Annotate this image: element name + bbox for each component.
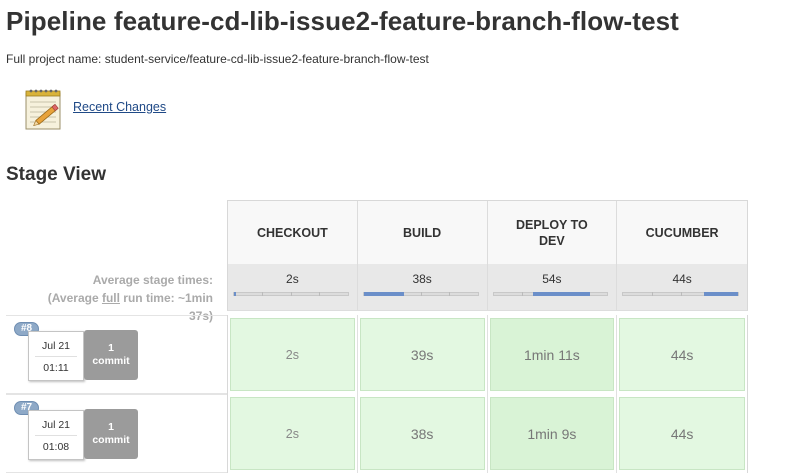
build-date-box: Jul 21 01:08 bbox=[28, 410, 84, 460]
stage-cell-deploy-to-dev[interactable]: 1min 9s bbox=[487, 394, 618, 473]
stage-duration: 2s bbox=[230, 397, 355, 470]
build-time: 01:08 bbox=[42, 441, 70, 453]
recent-changes-link[interactable]: Recent Changes bbox=[73, 100, 166, 114]
stage-duration: 1min 9s bbox=[489, 397, 615, 470]
avg-bar-tick bbox=[420, 292, 422, 296]
build-row: #7 Jul 21 01:08 1 commit 2s 38s 1min 9s … bbox=[0, 394, 808, 473]
average-label-line2: (Average full run time: ~1min bbox=[0, 289, 213, 307]
avg-bar-tick bbox=[521, 292, 523, 296]
build-row: #8 Jul 21 01:11 1 commit 2s 39s 1min 11s… bbox=[0, 315, 808, 394]
avg-bar-fill bbox=[703, 292, 738, 296]
commits-label: commit bbox=[92, 434, 130, 446]
avg-cell-cucumber: 44s bbox=[617, 264, 747, 310]
avg-bar-tick bbox=[262, 292, 264, 296]
avg-time: 54s bbox=[542, 272, 562, 286]
avg-bar-tick bbox=[290, 292, 292, 296]
commits-button[interactable]: 1 commit bbox=[84, 330, 138, 380]
stage-duration: 2s bbox=[230, 318, 355, 391]
average-label-prefix: (Average bbox=[47, 291, 102, 305]
build-date: Jul 21 bbox=[41, 419, 71, 431]
stage-cell-checkout[interactable]: 2s bbox=[228, 315, 358, 394]
avg-bar-fill bbox=[533, 292, 591, 296]
avg-bar-fill bbox=[363, 292, 404, 296]
avg-cell-deploy-to-dev: 54s bbox=[488, 264, 618, 310]
build-info: #7 Jul 21 01:08 1 commit bbox=[6, 394, 227, 473]
avg-time: 44s bbox=[672, 272, 692, 286]
avg-bar-tick bbox=[449, 292, 451, 296]
full-project-name: Full project name: student-service/featu… bbox=[6, 52, 429, 66]
stage-duration: 44s bbox=[619, 397, 745, 470]
avg-bar-tick bbox=[651, 292, 653, 296]
average-label-suffix: run time: ~1min bbox=[119, 291, 213, 305]
notepad-icon bbox=[23, 85, 67, 131]
avg-bar-tick bbox=[319, 292, 321, 296]
average-label-line1: Average stage times: bbox=[92, 273, 213, 287]
avg-progress-bar bbox=[492, 292, 609, 296]
avg-progress-bar bbox=[622, 292, 739, 296]
stage-cell-build[interactable]: 39s bbox=[357, 315, 488, 394]
avg-time: 2s bbox=[286, 272, 299, 286]
build-date-box: Jul 21 01:11 bbox=[28, 331, 84, 381]
build-info: #8 Jul 21 01:11 1 commit bbox=[6, 315, 227, 394]
stage-duration: 38s bbox=[359, 397, 485, 470]
avg-bar-fill bbox=[234, 292, 237, 296]
stage-header-build: BUILD bbox=[358, 201, 488, 265]
stage-cell-cucumber[interactable]: 44s bbox=[617, 315, 747, 394]
avg-cell-checkout: 2s bbox=[228, 264, 358, 310]
stage-duration: 1min 11s bbox=[489, 318, 615, 391]
commits-count: 1 bbox=[108, 342, 114, 354]
stage-header-cucumber: CUCUMBER bbox=[645, 226, 719, 240]
stage-duration: 44s bbox=[619, 318, 745, 391]
stage-cells: 2s 38s 1min 9s 44s bbox=[227, 394, 748, 473]
avg-cell-build: 38s bbox=[358, 264, 488, 310]
stage-cell-deploy-to-dev[interactable]: 1min 11s bbox=[487, 315, 618, 394]
build-date: Jul 21 bbox=[41, 340, 71, 352]
stage-view-title: Stage View bbox=[6, 164, 106, 185]
commits-count: 1 bbox=[108, 421, 114, 433]
commits-button[interactable]: 1 commit bbox=[84, 409, 138, 459]
full-run-link[interactable]: full bbox=[102, 291, 120, 305]
stage-duration: 39s bbox=[359, 318, 485, 391]
avg-progress-bar bbox=[233, 292, 349, 296]
stage-cells: 2s 39s 1min 11s 44s bbox=[227, 315, 748, 394]
stage-cell-cucumber[interactable]: 44s bbox=[617, 394, 747, 473]
build-time: 01:11 bbox=[43, 362, 69, 374]
stage-cell-build[interactable]: 38s bbox=[357, 394, 488, 473]
stage-header-deploy-to-dev: DEPLOY TO DEV bbox=[488, 201, 618, 265]
stage-view-grid: CHECKOUT BUILD DEPLOY TO DEV CUCUMBER Av… bbox=[0, 200, 808, 475]
avg-progress-bar bbox=[362, 292, 479, 296]
stage-cell-checkout[interactable]: 2s bbox=[228, 394, 358, 473]
avg-time: 38s bbox=[412, 272, 432, 286]
stage-header-checkout: CHECKOUT bbox=[228, 201, 358, 265]
date-divider bbox=[35, 435, 77, 436]
average-times-row: 2s 38s 54s 44s bbox=[227, 264, 748, 311]
date-divider bbox=[35, 356, 77, 357]
stage-header-row: CHECKOUT BUILD DEPLOY TO DEV CUCUMBER bbox=[227, 200, 748, 265]
avg-bar-tick bbox=[680, 292, 682, 296]
recent-changes: Recent Changes bbox=[23, 84, 166, 132]
commits-label: commit bbox=[92, 355, 130, 367]
page-title: Pipeline feature-cd-lib-issue2-feature-b… bbox=[6, 6, 679, 36]
